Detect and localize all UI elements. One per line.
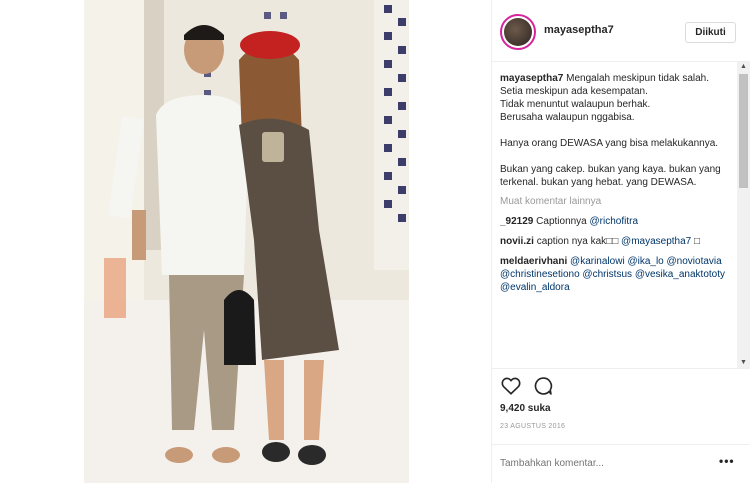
list-item: _92129 Captionnya @richofitra bbox=[500, 215, 736, 228]
comment-username[interactable]: novii.zi bbox=[500, 236, 534, 247]
list-item: novii.zi caption nya kak□□ @mayaseptha7 … bbox=[500, 235, 736, 248]
comment-username[interactable]: meldaerivhani bbox=[500, 256, 567, 267]
mention-link[interactable]: @christsus bbox=[582, 269, 632, 280]
photo-area bbox=[0, 0, 491, 483]
load-more-comments[interactable]: Muat komentar lainnya bbox=[500, 195, 736, 208]
comments-list: mayaseptha7 Mengalah meskipun tidak sala… bbox=[500, 72, 736, 368]
comments-scrollbar[interactable]: ▲ ▼ bbox=[737, 62, 750, 368]
comment-text: Captionnya bbox=[536, 216, 587, 227]
post-date: 23 AGUSTUS 2016 bbox=[500, 423, 566, 430]
scroll-thumb[interactable] bbox=[739, 74, 748, 188]
following-button[interactable]: Diikuti bbox=[685, 22, 736, 43]
mention-link[interactable]: @noviotavia bbox=[667, 256, 722, 267]
avatar-image bbox=[504, 18, 532, 46]
post-header: mayaseptha7 Diikuti bbox=[492, 0, 750, 62]
mention-link[interactable]: @richofitra bbox=[590, 216, 639, 227]
caption-username[interactable]: mayaseptha7 bbox=[500, 73, 563, 84]
scroll-down-arrow-icon[interactable]: ▼ bbox=[737, 358, 750, 368]
caption-text: Mengalah meskipun tidak salah. Setia mes… bbox=[500, 73, 721, 188]
heart-icon[interactable] bbox=[501, 377, 521, 395]
add-comment-input[interactable] bbox=[500, 455, 700, 471]
post-details-panel: mayaseptha7 Diikuti mayaseptha7 Mengalah… bbox=[491, 0, 750, 483]
comment-suffix: □ bbox=[694, 236, 701, 247]
comment-username[interactable]: _92129 bbox=[500, 216, 533, 227]
add-comment-section: ••• bbox=[492, 444, 750, 483]
mention-link[interactable]: @vesika_anaktototy bbox=[635, 269, 725, 280]
more-options-icon[interactable]: ••• bbox=[719, 454, 735, 468]
list-item: meldaerivhani @karinalowi @ika_lo @novio… bbox=[500, 255, 736, 294]
mention-link[interactable]: @evalin_aldora bbox=[500, 282, 570, 293]
comment-icon[interactable] bbox=[533, 376, 553, 396]
photo-illustration bbox=[84, 0, 409, 483]
caption: mayaseptha7 Mengalah meskipun tidak sala… bbox=[500, 72, 736, 189]
scroll-up-arrow-icon[interactable]: ▲ bbox=[737, 62, 750, 72]
post-modal: mayaseptha7 Diikuti mayaseptha7 Mengalah… bbox=[0, 0, 750, 483]
like-count[interactable]: 9,420 suka bbox=[500, 403, 551, 414]
mention-link[interactable]: @mayaseptha7 bbox=[621, 236, 691, 247]
comment-text: caption nya kak□□ bbox=[536, 236, 619, 247]
mention-link[interactable]: @ika_lo bbox=[627, 256, 663, 267]
author-username[interactable]: mayaseptha7 bbox=[544, 24, 614, 36]
mention-link[interactable]: @christinesetiono bbox=[500, 269, 580, 280]
post-actions bbox=[492, 368, 750, 402]
mention-link[interactable]: @karinalowi bbox=[570, 256, 625, 267]
post-photo[interactable] bbox=[84, 0, 409, 483]
avatar[interactable] bbox=[500, 14, 536, 50]
